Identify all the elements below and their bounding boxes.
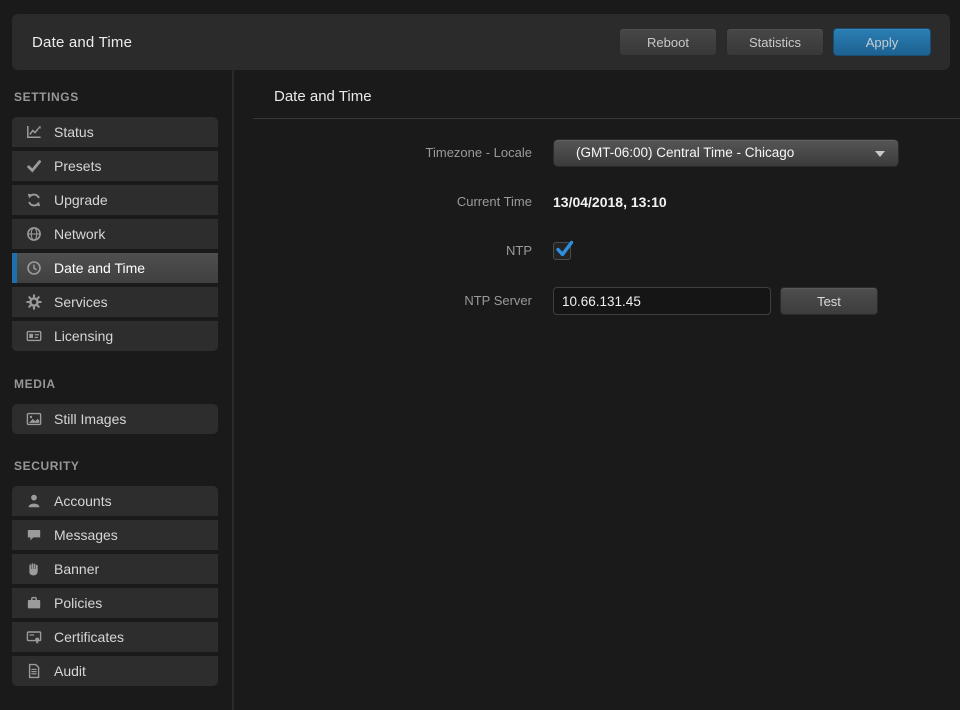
sidebar-item-label: Status [54, 124, 94, 140]
certificate-icon [26, 629, 42, 645]
sidebar-divider [232, 70, 234, 710]
sidebar-item-still-images[interactable]: Still Images [12, 404, 218, 434]
sidebar-item-label: Still Images [54, 411, 126, 427]
ntp-row: NTP [253, 237, 960, 265]
sidebar-item-network[interactable]: Network [12, 219, 218, 249]
sidebar-item-label: Messages [54, 527, 118, 543]
document-icon [26, 663, 42, 679]
sidebar-item-label: Banner [54, 561, 99, 577]
timezone-selected-value: (GMT-06:00) Central Time - Chicago [576, 145, 794, 160]
image-icon [26, 411, 42, 427]
check-icon [26, 158, 42, 174]
settings-group: Status Presets Upgrade [12, 117, 218, 351]
reboot-button[interactable]: Reboot [619, 28, 717, 56]
sidebar-item-label: Certificates [54, 629, 124, 645]
sidebar-item-policies[interactable]: Policies [12, 588, 218, 618]
sidebar-item-banner[interactable]: Banner [12, 554, 218, 584]
sidebar-item-label: Policies [54, 595, 102, 611]
sidebar-item-label: Upgrade [54, 192, 108, 208]
chevron-down-icon [875, 151, 885, 157]
sidebar-item-label: Network [54, 226, 105, 242]
sidebar-item-label: Date and Time [54, 260, 145, 276]
security-group: Accounts Messages Bann [12, 486, 218, 686]
sidebar-item-licensing[interactable]: Licensing [12, 321, 218, 351]
sidebar-item-messages[interactable]: Messages [12, 520, 218, 550]
sidebar-item-presets[interactable]: Presets [12, 151, 218, 181]
sidebar-item-upgrade[interactable]: Upgrade [12, 185, 218, 215]
sidebar-item-certificates[interactable]: Certificates [12, 622, 218, 652]
chart-line-icon [26, 124, 42, 140]
globe-icon [26, 226, 42, 242]
ntp-label: NTP [253, 237, 532, 265]
sidebar-item-audit[interactable]: Audit [12, 656, 218, 686]
sidebar-item-label: Licensing [54, 328, 113, 344]
checkmark-icon [555, 240, 575, 260]
sidebar-item-label: Accounts [54, 493, 112, 509]
timezone-select[interactable]: (GMT-06:00) Central Time - Chicago [553, 139, 899, 167]
clock-icon [26, 260, 42, 276]
current-time-row: Current Time 13/04/2018, 13:10 [253, 188, 960, 216]
ntp-checkbox[interactable] [553, 242, 571, 260]
statistics-button[interactable]: Statistics [726, 28, 824, 56]
media-group: Still Images [12, 404, 218, 434]
speech-bubble-icon [26, 527, 42, 543]
sidebar-item-status[interactable]: Status [12, 117, 218, 147]
page-title: Date and Time [32, 34, 610, 51]
section-label-security: SECURITY [14, 459, 79, 473]
hand-icon [26, 561, 42, 577]
sidebar-item-label: Services [54, 294, 108, 310]
timezone-label: Timezone - Locale [253, 139, 532, 167]
sidebar-item-label: Presets [54, 158, 101, 174]
heading-rule [253, 118, 960, 119]
sidebar-item-accounts[interactable]: Accounts [12, 486, 218, 516]
current-time-label: Current Time [253, 188, 532, 216]
section-label-media: MEDIA [14, 377, 56, 391]
page: Date and Time Reboot Statistics Apply SE… [0, 0, 960, 710]
ntp-server-label: NTP Server [253, 287, 532, 315]
current-time-value: 13/04/2018, 13:10 [553, 188, 667, 216]
apply-button[interactable]: Apply [833, 28, 931, 56]
content-heading: Date and Time [274, 88, 372, 105]
ntp-server-input[interactable] [553, 287, 771, 315]
gear-icon [26, 294, 42, 310]
sidebar-item-label: Audit [54, 663, 86, 679]
timezone-row: Timezone - Locale (GMT-06:00) Central Ti… [253, 139, 960, 167]
person-icon [26, 493, 42, 509]
sidebar-item-services[interactable]: Services [12, 287, 218, 317]
briefcase-icon [26, 595, 42, 611]
refresh-icon [26, 192, 42, 208]
test-button[interactable]: Test [780, 287, 878, 315]
ntp-server-row: NTP Server Test [253, 287, 960, 315]
id-card-icon [26, 328, 42, 344]
header-bar: Date and Time Reboot Statistics Apply [12, 14, 950, 70]
sidebar-item-date-and-time[interactable]: Date and Time [12, 253, 218, 283]
section-label-settings: SETTINGS [14, 90, 79, 104]
